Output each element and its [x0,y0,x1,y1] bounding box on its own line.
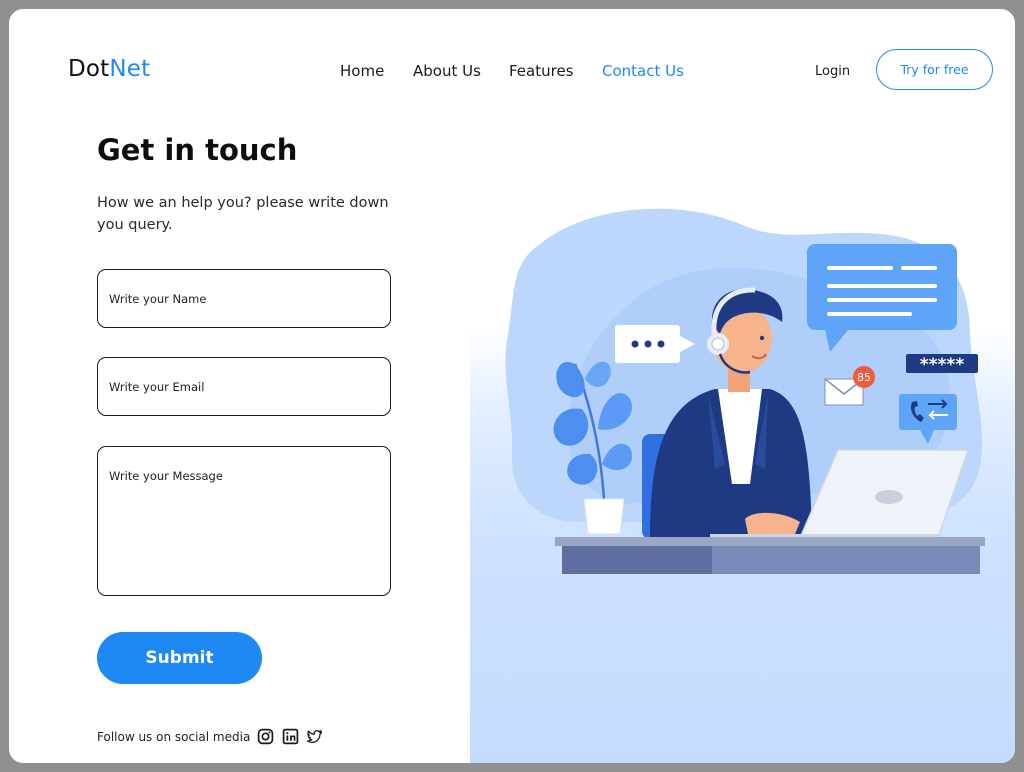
notification-count: 85 [857,371,871,384]
twitter-icon[interactable] [306,728,323,745]
try-for-free-button[interactable]: Try for free [876,49,993,90]
page-title: Get in touch [97,133,298,167]
nav-contact-us[interactable]: Contact Us [602,62,684,80]
login-link[interactable]: Login [815,64,850,79]
follow-label: Follow us on social media [97,730,251,744]
password-widget: ***** [906,354,978,375]
desk [555,537,985,574]
nav-home[interactable]: Home [340,62,384,80]
password-mask: ***** [920,355,965,375]
page-frame: DotNet Home About Us Features Contact Us… [9,9,1015,763]
nav-features[interactable]: Features [509,62,574,80]
message-field[interactable] [97,446,391,596]
nav-about-us[interactable]: About Us [413,62,481,80]
submit-button[interactable]: Submit [97,632,262,684]
support-agent-illustration: 85 ***** [505,208,985,574]
instagram-icon[interactable] [257,728,274,745]
logo[interactable]: DotNet [68,56,150,82]
page-subtitle: How we an help you? please write down yo… [97,195,389,233]
name-field[interactable] [97,269,391,328]
linkedin-icon[interactable] [282,728,299,745]
email-field[interactable] [97,357,391,416]
